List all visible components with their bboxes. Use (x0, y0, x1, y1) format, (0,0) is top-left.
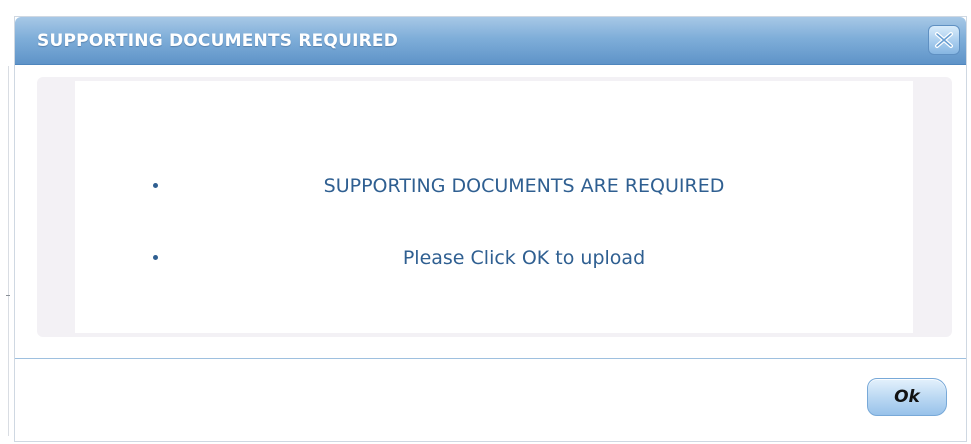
background-divider (8, 66, 9, 436)
message-text: Please Click OK to upload (402, 247, 646, 269)
list-item: Please Click OK to upload (75, 243, 913, 273)
message-panel: SUPPORTING DOCUMENTS ARE REQUIRED Please… (37, 77, 952, 337)
message-list: SUPPORTING DOCUMENTS ARE REQUIRED Please… (75, 81, 913, 333)
close-button[interactable] (928, 25, 960, 55)
dialog-title: SUPPORTING DOCUMENTS REQUIRED (37, 30, 399, 51)
list-item: SUPPORTING DOCUMENTS ARE REQUIRED (75, 171, 913, 201)
footer-divider (15, 358, 966, 359)
ok-button[interactable]: Ok (867, 378, 947, 416)
dialog-titlebar: SUPPORTING DOCUMENTS REQUIRED (15, 17, 966, 65)
supporting-documents-dialog: SUPPORTING DOCUMENTS REQUIRED SUPPORTING… (14, 16, 967, 442)
page-background (0, 0, 971, 8)
close-icon (935, 32, 953, 48)
message-text: SUPPORTING DOCUMENTS ARE REQUIRED (323, 175, 725, 197)
background-tick (6, 295, 10, 296)
